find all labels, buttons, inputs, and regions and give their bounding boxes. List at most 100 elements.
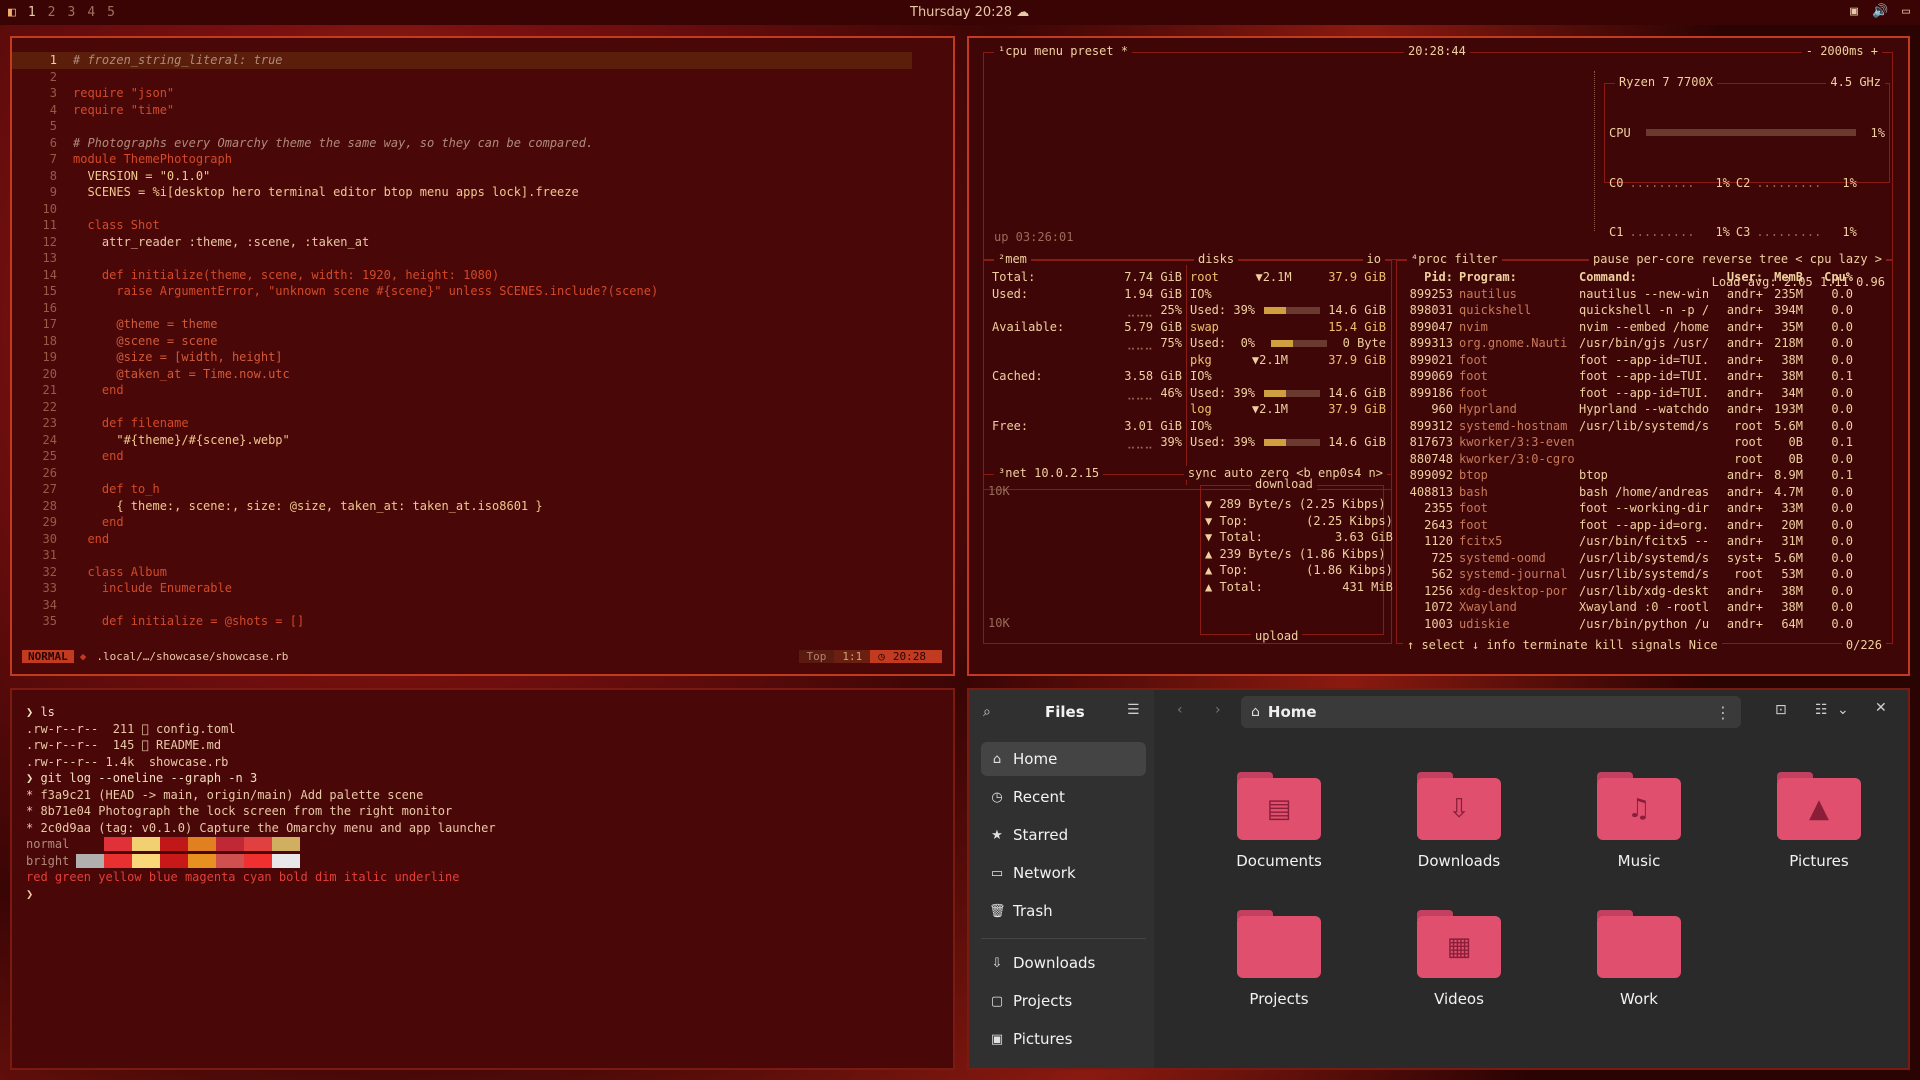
sidebar-item-trash[interactable]: 🗑 Trash [981, 894, 1146, 928]
workspace-5[interactable]: 5 [107, 5, 115, 20]
code-line[interactable]: 10 [12, 201, 912, 218]
volume-icon[interactable]: 🔊 [1872, 4, 1888, 19]
proc-footer[interactable]: ↑ select ↓ info terminate kill signals N… [1403, 638, 1722, 652]
proc-row[interactable]: 899047 nvim nvim --embed /home andr+ 35M 0.0 [1403, 319, 1883, 336]
code-line[interactable]: 16 [12, 300, 912, 317]
code-line[interactable]: 3 require "json" [12, 85, 912, 102]
folder-music[interactable]: ♫ Music [1564, 772, 1714, 870]
camera-icon[interactable]: ⊡ [1775, 702, 1787, 718]
proc-row[interactable]: 960 Hyprland Hyprland --watchdo andr+ 193M 0.… [1403, 401, 1883, 418]
location-bar[interactable]: ⌂ Home ⋮ [1241, 696, 1741, 728]
code-line[interactable]: 19 @size = [width, height] [12, 349, 912, 366]
proc-row[interactable]: 899092 btop btop andr+ 8.9M 0.1 [1403, 467, 1883, 484]
sidebar-item-starred[interactable]: ★ Starred [981, 818, 1146, 852]
display-icon[interactable]: ▣ [1850, 4, 1858, 19]
btop-window[interactable]: ¹cpu menu preset * 20:28:44 - 2000ms + u… [967, 36, 1910, 676]
code-line[interactable]: 25 end [12, 448, 912, 465]
folder-downloads[interactable]: ⇩ Downloads [1384, 772, 1534, 870]
code-line[interactable]: 15 raise ArgumentError, "unknown scene #… [12, 283, 912, 300]
mem-title[interactable]: ²mem [994, 252, 1031, 266]
process-table[interactable]: Pid: Program: Command: User: MemB Cpu% 899253 n… [1403, 269, 1883, 632]
code-line[interactable]: 23 def filename [12, 415, 912, 432]
chevron-down-icon[interactable]: ⌄ [1837, 702, 1849, 718]
code-line[interactable]: 30 end [12, 531, 912, 548]
back-icon[interactable]: ‹ [1177, 702, 1183, 718]
code-line[interactable]: 1 # frozen_string_literal: true [12, 52, 912, 69]
sidebar-item-projects[interactable]: ▢ Projects [981, 984, 1146, 1018]
cpu-title[interactable]: ¹cpu menu preset * [994, 44, 1133, 58]
code-line[interactable]: 13 [12, 250, 912, 267]
terminal-window[interactable]: ❯ ls .rw-r--r-- 211 󰒓 config.toml .rw-r--r… [10, 688, 955, 1070]
folder-videos[interactable]: ▦ Videos [1384, 910, 1534, 1008]
code-line[interactable]: 22 [12, 399, 912, 416]
files-window[interactable]: ⌕ Files ☰ ⌂ Home ◷ Recent ★ Starred ▭ Network 🗑 T… [967, 688, 1910, 1070]
code-line[interactable]: 35 def initialize = @shots = [] [12, 613, 912, 630]
proc-row[interactable]: 899021 foot foot --app-id=TUI. andr+ 38M 0.0 [1403, 352, 1883, 369]
proc-options[interactable]: pause per-core reverse tree < cpu lazy > [1589, 252, 1886, 266]
view-list-icon[interactable]: ☷ [1815, 702, 1828, 718]
proc-row[interactable]: 898031 quickshell quickshell -n -p / andr+ 3… [1403, 302, 1883, 319]
code-line[interactable]: 4 require "time" [12, 102, 912, 119]
proc-row[interactable]: 725 systemd-oomd/usr/lib/systemd/s syst+ 5.… [1403, 550, 1883, 567]
proc-row[interactable]: 1003 udiskie/usr/bin/python /u andr+ 64M 0.0 [1403, 616, 1883, 633]
sidebar-item-recent[interactable]: ◷ Recent [981, 780, 1146, 814]
workspace-1[interactable]: 1 [28, 5, 36, 20]
proc-row[interactable]: 899069 foot foot --app-id=TUI. andr+ 38M 0.1 [1403, 368, 1883, 385]
code-line[interactable]: 28 { theme:, scene:, size: @size, taken_… [12, 498, 912, 515]
code-line[interactable]: 11 class Shot [12, 217, 912, 234]
folder-projects[interactable]: Projects [1204, 910, 1354, 1008]
io-title[interactable]: io [1362, 252, 1385, 266]
proc-row[interactable]: 2643 foot foot --app-id=org. andr+ 20M 0.0 [1403, 517, 1883, 534]
sidebar-item-home[interactable]: ⌂ Home [981, 742, 1146, 776]
code-line[interactable]: 12 attr_reader :theme, :scene, :taken_at [12, 234, 912, 251]
forward-icon[interactable]: › [1215, 702, 1221, 718]
proc-row[interactable]: 1120 fcitx5/usr/bin/fcitx5 -- andr+ 31M 0.0 [1403, 533, 1883, 550]
workspace-3[interactable]: 3 [67, 5, 75, 20]
close-icon[interactable]: ✕ [1875, 700, 1887, 716]
proc-row[interactable]: 899312 systemd-hostnam/usr/lib/systemd/s r… [1403, 418, 1883, 435]
proc-row[interactable]: 562 systemd-journal/usr/lib/systemd/s root… [1403, 566, 1883, 583]
workspace-2[interactable]: 2 [48, 5, 56, 20]
code-line[interactable]: 5 [12, 118, 912, 135]
net-title[interactable]: ³net 10.0.2.15 [994, 466, 1104, 480]
proc-row[interactable]: 1256 xdg-desktop-por/usr/lib/xdg-deskt and… [1403, 583, 1883, 600]
code-line[interactable]: 24 "#{theme}/#{scene}.webp" [12, 432, 912, 449]
code-line[interactable]: 17 @theme = theme [12, 316, 912, 333]
code-line[interactable]: 9 SCENES = %i[desktop hero terminal edit… [12, 184, 912, 201]
code-line[interactable]: 2 [12, 69, 912, 86]
terminal-output[interactable]: ❯ ls .rw-r--r-- 211 󰒓 config.toml .rw-r--r… [26, 704, 496, 902]
prompt[interactable]: ❯ [26, 886, 496, 903]
screen-icon[interactable]: ▭ [1902, 4, 1910, 19]
folder-pictures[interactable]: ▲ Pictures [1744, 772, 1894, 870]
folder-documents[interactable]: ▤ Documents [1204, 772, 1354, 870]
disks-title[interactable]: disks [1194, 252, 1239, 266]
code-line[interactable]: 6 # Photographs every Omarchy theme the s… [12, 135, 912, 152]
proc-row[interactable]: 408813 bash bash /home/andreas andr+ 4.7M 0.0 [1403, 484, 1883, 501]
code-line[interactable]: 29 end [12, 514, 912, 531]
proc-row[interactable]: 1072 Xwayland Xwayland :0 -rootl andr+ 38M 0.… [1403, 599, 1883, 616]
proc-row[interactable]: 880748 kworker/3:0-cgro root 0B 0.0 [1403, 451, 1883, 468]
sidebar-item-pictures[interactable]: ▣ Pictures [981, 1022, 1146, 1056]
kebab-icon[interactable]: ⋮ [1715, 703, 1731, 722]
code-line[interactable]: 26 [12, 465, 912, 482]
workspace-4[interactable]: 4 [87, 5, 95, 20]
code-line[interactable]: 27 def to_h [12, 481, 912, 498]
proc-title[interactable]: ⁴proc filter [1407, 252, 1502, 266]
proc-row[interactable]: 2355 foot foot --working-dir andr+ 33M 0.0 [1403, 500, 1883, 517]
folder-work[interactable]: Work [1564, 910, 1714, 1008]
code-line[interactable]: 21 end [12, 382, 912, 399]
clock[interactable]: Thursday 20:28 ☁ [910, 5, 1029, 20]
code-line[interactable]: 18 @scene = scene [12, 333, 912, 350]
sidebar-item-downloads[interactable]: ⇩ Downloads [981, 946, 1146, 980]
code-line[interactable]: 31 [12, 547, 912, 564]
proc-row[interactable]: 899313 org.gnome.Nauti/usr/bin/gjs /usr/a… [1403, 335, 1883, 352]
code-line[interactable]: 34 [12, 597, 912, 614]
proc-row[interactable]: 899186 foot foot --app-id=TUI. andr+ 34M 0.0 [1403, 385, 1883, 402]
menu-icon[interactable]: ◧ [8, 5, 16, 20]
proc-row[interactable]: 817673 kworker/3:3-even root 0B 0.1 [1403, 434, 1883, 451]
proc-row[interactable]: 899253 nautilus nautilus --new-win andr+ 235… [1403, 286, 1883, 303]
code-line[interactable]: 33 include Enumerable [12, 580, 912, 597]
code-line[interactable]: 32 class Album [12, 564, 912, 581]
refresh-interval[interactable]: - 2000ms + [1801, 44, 1882, 58]
code-line[interactable]: 8 VERSION = "0.1.0" [12, 168, 912, 185]
